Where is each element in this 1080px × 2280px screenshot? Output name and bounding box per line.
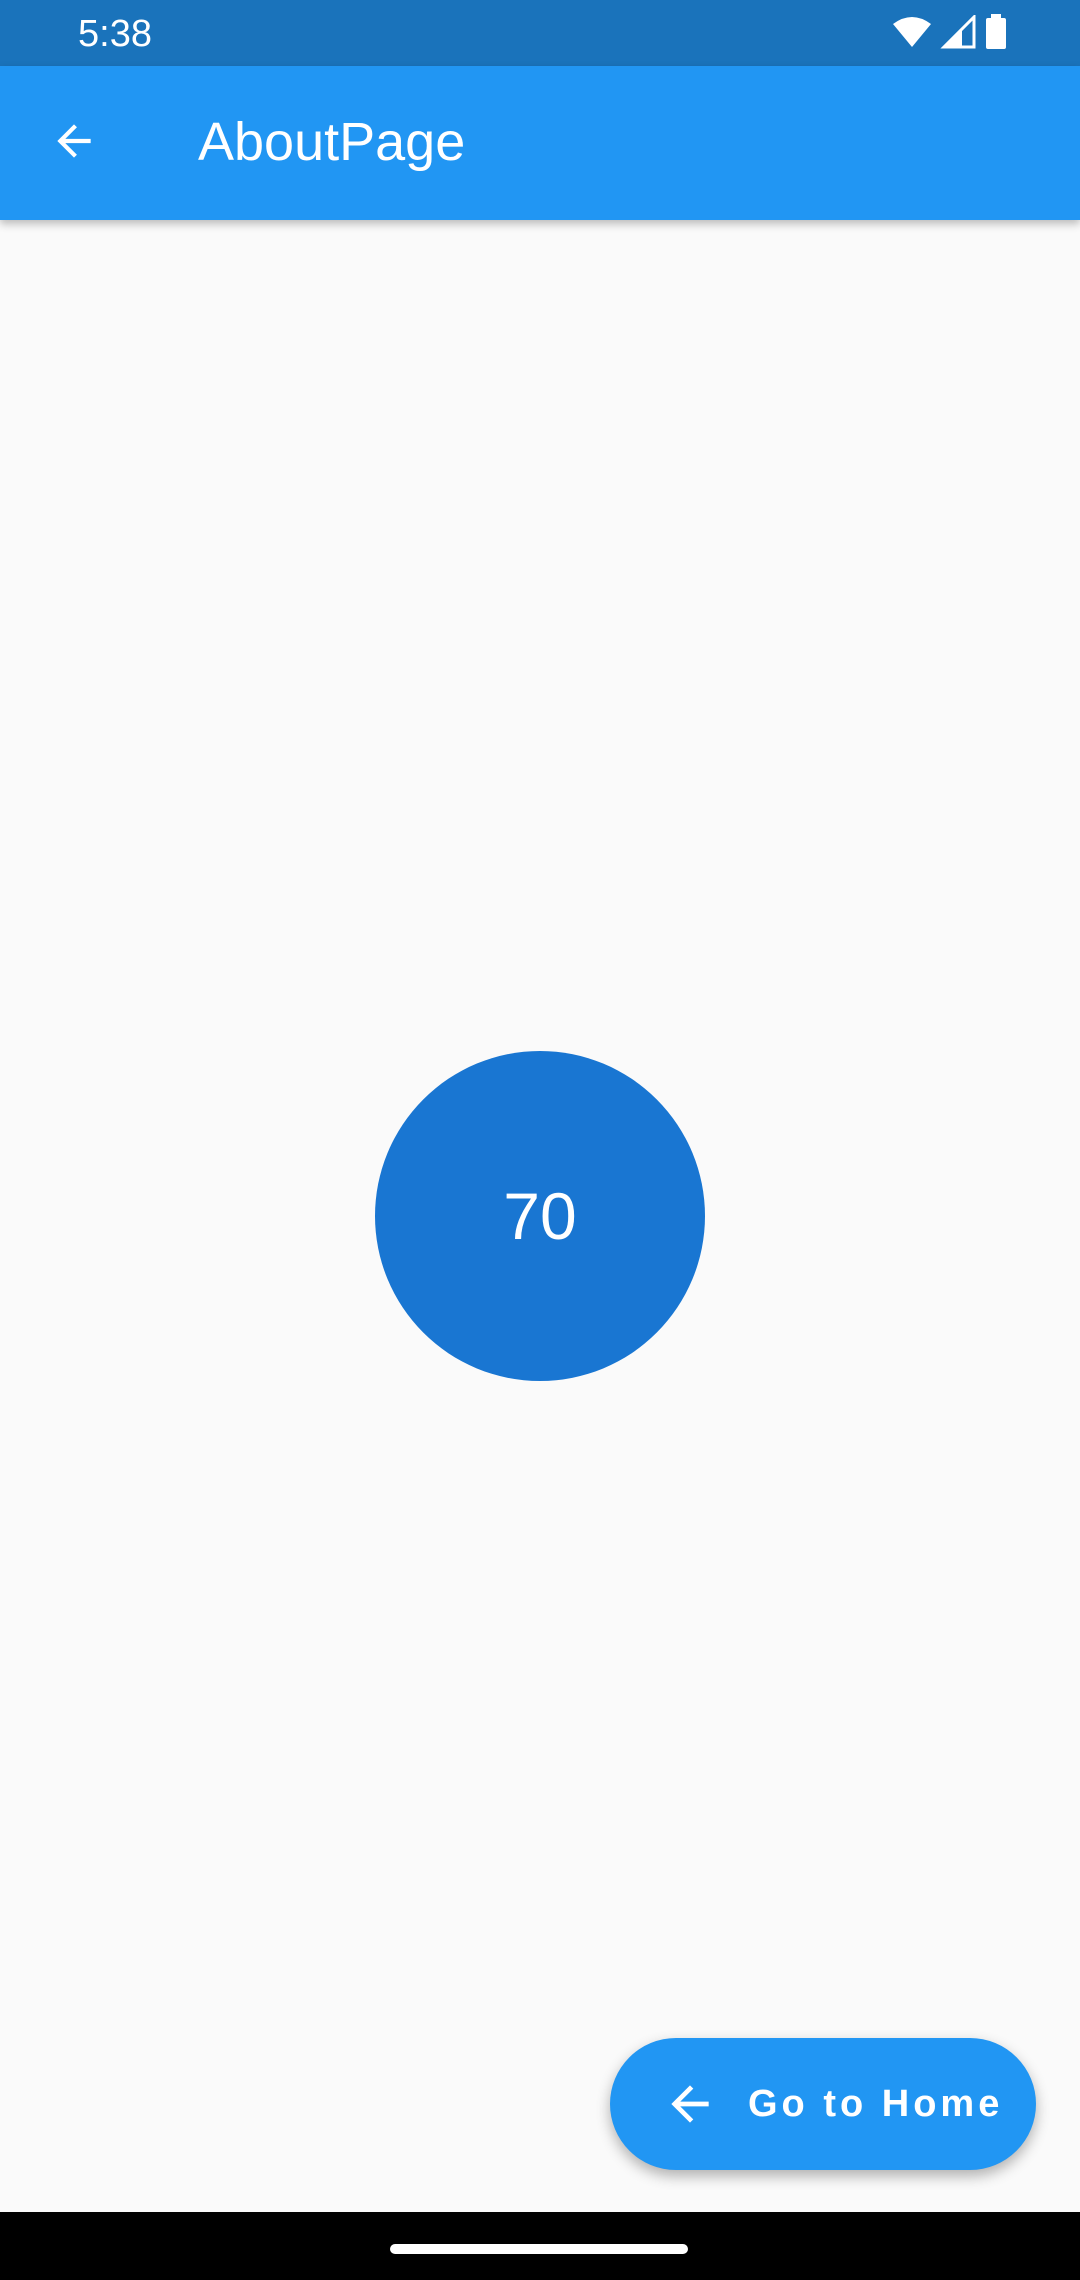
signal-icon <box>940 12 976 54</box>
go-to-home-button[interactable]: Go to Home <box>610 2038 1036 2170</box>
screen: 5:38 AboutPage 70 Go to Home <box>0 0 1080 2280</box>
home-indicator[interactable] <box>390 2244 688 2254</box>
status-bar: 5:38 <box>0 0 1080 66</box>
wifi-icon <box>892 15 932 54</box>
counter-circle: 70 <box>375 1051 705 1381</box>
app-bar: AboutPage <box>0 66 1080 220</box>
status-icons <box>892 12 1008 55</box>
navigation-bar <box>0 2212 1080 2280</box>
page-title: AboutPage <box>198 112 466 172</box>
counter-value: 70 <box>503 1179 577 1253</box>
arrow-back-icon <box>49 116 99 171</box>
back-button[interactable] <box>30 99 118 187</box>
arrow-back-icon <box>662 2076 718 2132</box>
status-time: 5:38 <box>78 13 152 55</box>
battery-icon <box>984 13 1008 55</box>
go-to-home-label: Go to Home <box>748 2082 1004 2125</box>
